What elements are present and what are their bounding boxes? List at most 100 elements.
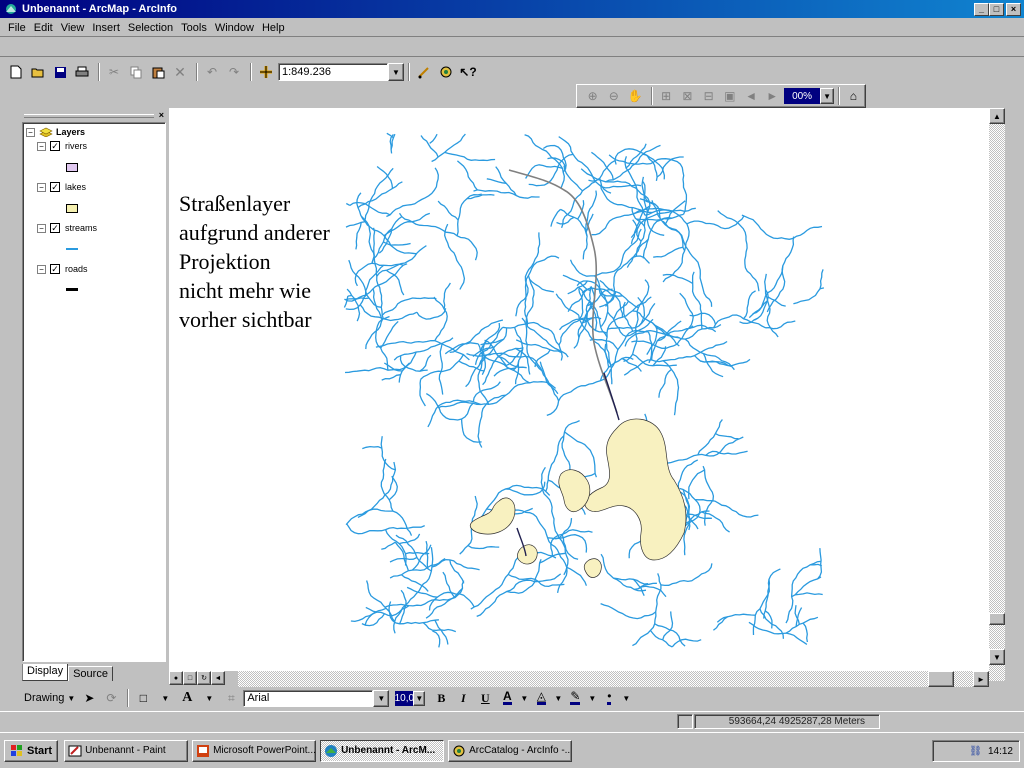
- zoom-percent-dropdown[interactable]: ▼: [820, 88, 834, 104]
- taskbar-item-paint[interactable]: Unbenannt - Paint: [64, 739, 189, 762]
- zoom-out-fixed-button[interactable]: ⊖: [604, 86, 623, 106]
- menu-file[interactable]: File: [4, 22, 30, 34]
- vertical-scroll-thumb[interactable]: [989, 613, 1005, 625]
- underline-button[interactable]: U: [475, 688, 495, 708]
- copy-button[interactable]: [126, 62, 146, 82]
- map-scale-dropdown[interactable]: ▼: [388, 63, 404, 81]
- pan-button[interactable]: ✋: [625, 86, 644, 106]
- taskbar-item-arccatalog[interactable]: ArcCatalog - ArcInfo -...: [448, 739, 573, 762]
- toc-root-row[interactable]: − Layers: [26, 127, 85, 137]
- line-color-dropdown[interactable]: ▼: [587, 688, 597, 708]
- scroll-up-button[interactable]: ▲: [989, 108, 1005, 124]
- toc-layer-lakes[interactable]: − ✓ lakes: [37, 182, 86, 192]
- fill-color-button[interactable]: ◬: [531, 688, 551, 708]
- taskbar-item-powerpoint[interactable]: Microsoft PowerPoint...: [192, 739, 317, 762]
- map-scale-input[interactable]: 1:849.236: [278, 63, 388, 81]
- scroll-right-button[interactable]: ►: [973, 671, 989, 687]
- whats-this-button[interactable]: ↖?: [458, 62, 478, 82]
- streams-symbol[interactable]: [66, 248, 78, 250]
- zoom-percent-input[interactable]: 00%: [783, 88, 821, 104]
- data-view-button[interactable]: ●: [169, 671, 183, 685]
- zoom-width-button[interactable]: ⊟: [699, 86, 718, 106]
- new-text-button[interactable]: A: [177, 688, 197, 708]
- layer-visibility-checkbox[interactable]: ✓: [50, 223, 60, 233]
- menu-insert[interactable]: Insert: [88, 22, 124, 34]
- undo-button[interactable]: ↶: [202, 62, 222, 82]
- redo-button[interactable]: ↷: [224, 62, 244, 82]
- horizontal-scrollbar[interactable]: ►: [238, 671, 989, 687]
- fixed-zoom-button[interactable]: ▣: [720, 86, 739, 106]
- text-tool-dropdown[interactable]: ▼: [199, 688, 219, 708]
- collapse-icon[interactable]: −: [37, 182, 46, 192]
- vertical-scrollbar[interactable]: ▲ ▼: [989, 108, 1005, 681]
- toc-tree[interactable]: − Layers − ✓ rivers − ✓ lakes − ✓ stream…: [22, 122, 166, 662]
- zoom-whole-page-button[interactable]: ⊞: [657, 86, 676, 106]
- rectangle-tool-button[interactable]: □: [133, 688, 153, 708]
- taskbar-item-arcmap[interactable]: Unbenannt - ArcM...: [320, 739, 445, 762]
- delete-button[interactable]: ✕: [170, 62, 190, 82]
- line-color-button[interactable]: ✎: [565, 688, 585, 708]
- scroll-left-button[interactable]: ◄: [211, 671, 225, 685]
- toc-grip[interactable]: [24, 114, 154, 118]
- paste-button[interactable]: [148, 62, 168, 82]
- menu-edit[interactable]: Edit: [30, 22, 57, 34]
- layout-view-button[interactable]: □: [183, 671, 197, 685]
- select-elements-button[interactable]: ➤: [79, 688, 99, 708]
- fill-color-dropdown[interactable]: ▼: [553, 688, 563, 708]
- map-display[interactable]: Straßenlayer aufgrund anderer Projektion…: [169, 108, 989, 671]
- collapse-icon[interactable]: −: [37, 264, 46, 274]
- print-button[interactable]: [72, 62, 92, 82]
- close-button[interactable]: ×: [1006, 2, 1021, 16]
- maximize-button[interactable]: □: [989, 2, 1004, 16]
- bold-button[interactable]: B: [431, 688, 451, 708]
- toc-layer-rivers[interactable]: − ✓ rivers: [37, 141, 87, 151]
- toc-layer-roads[interactable]: − ✓ roads: [37, 264, 88, 274]
- layer-visibility-checkbox[interactable]: ✓: [50, 264, 60, 274]
- menu-view[interactable]: View: [57, 22, 89, 34]
- horizontal-scroll-thumb[interactable]: [928, 671, 954, 687]
- rectangle-tool-dropdown[interactable]: ▼: [155, 688, 175, 708]
- zoom-100-button[interactable]: ⊠: [678, 86, 697, 106]
- font-name-dropdown[interactable]: ▼: [373, 689, 390, 707]
- editor-toolbar-button[interactable]: [414, 62, 434, 82]
- back-extent-button[interactable]: ◄: [741, 86, 760, 106]
- toc-title-bar[interactable]: ×: [22, 110, 166, 120]
- menu-window[interactable]: Window: [211, 22, 258, 34]
- close-icon[interactable]: ×: [159, 110, 164, 120]
- collapse-icon[interactable]: −: [37, 223, 46, 233]
- tab-source[interactable]: Source: [68, 666, 113, 681]
- collapse-icon[interactable]: −: [37, 141, 46, 151]
- menu-selection[interactable]: Selection: [124, 22, 177, 34]
- zoom-in-fixed-button[interactable]: ⊕: [583, 86, 602, 106]
- marker-color-button[interactable]: •: [599, 688, 619, 708]
- toc-layer-streams[interactable]: − ✓ streams: [37, 223, 97, 233]
- scroll-down-button[interactable]: ▼: [989, 649, 1005, 665]
- start-button[interactable]: Start: [4, 739, 59, 762]
- font-size-dropdown[interactable]: ▼: [413, 690, 426, 706]
- marker-color-dropdown[interactable]: ▼: [621, 688, 631, 708]
- tab-display[interactable]: Display: [22, 664, 69, 681]
- rotate-button[interactable]: ⟳: [101, 688, 121, 708]
- open-button[interactable]: [28, 62, 48, 82]
- rivers-symbol[interactable]: [66, 163, 78, 172]
- collapse-icon[interactable]: −: [26, 127, 35, 137]
- roads-symbol[interactable]: [66, 288, 78, 291]
- tray-clock[interactable]: 14:12: [988, 746, 1013, 757]
- menu-tools[interactable]: Tools: [177, 22, 211, 34]
- layer-visibility-checkbox[interactable]: ✓: [50, 182, 60, 192]
- layer-visibility-checkbox[interactable]: ✓: [50, 141, 60, 151]
- forward-extent-button[interactable]: ►: [763, 86, 782, 106]
- save-button[interactable]: [50, 62, 70, 82]
- font-color-dropdown[interactable]: ▼: [519, 688, 529, 708]
- minimize-button[interactable]: _: [974, 2, 989, 16]
- drawing-menu-button[interactable]: Drawing ▼: [20, 692, 79, 704]
- map-annotation-text[interactable]: Straßenlayer aufgrund anderer Projektion…: [179, 189, 330, 334]
- add-data-button[interactable]: [256, 62, 276, 82]
- italic-button[interactable]: I: [453, 688, 473, 708]
- font-size-input[interactable]: 10,0: [395, 690, 414, 706]
- font-color-button[interactable]: A: [497, 688, 517, 708]
- edit-vertices-button[interactable]: ⌗: [221, 688, 241, 708]
- menu-help[interactable]: Help: [258, 22, 289, 34]
- refresh-view-button[interactable]: ↻: [197, 671, 211, 685]
- font-name-input[interactable]: Arial: [243, 689, 374, 707]
